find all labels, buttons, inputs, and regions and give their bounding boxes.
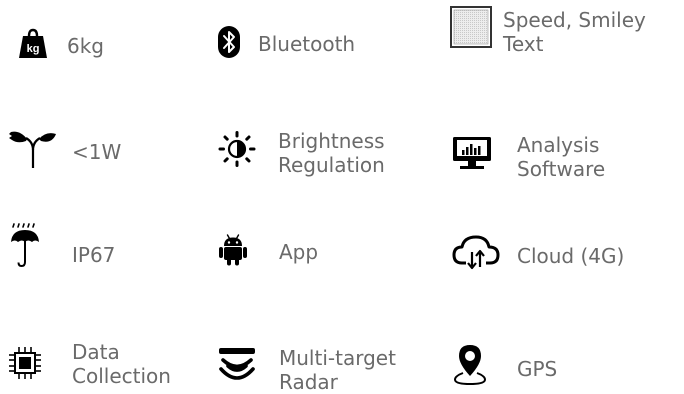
map-pin-icon bbox=[453, 345, 487, 386]
monitor-chart-icon bbox=[453, 137, 491, 169]
led-display-icon bbox=[450, 6, 492, 48]
kg-weight-icon: kg bbox=[19, 28, 47, 58]
cloud-sync-icon bbox=[452, 235, 500, 270]
feature-label: 6kg bbox=[67, 34, 105, 58]
umbrella-rain-icon bbox=[11, 223, 39, 268]
feature-label: Analysis Software bbox=[517, 133, 606, 181]
feature-label: Data Collection bbox=[72, 340, 171, 388]
feature-label: Multi-target Radar bbox=[279, 346, 396, 394]
eco-plug-icon bbox=[9, 131, 56, 168]
feature-label: Brightness Regulation bbox=[278, 129, 385, 177]
android-icon bbox=[219, 234, 247, 266]
chip-icon bbox=[9, 347, 41, 379]
svg-text:kg: kg bbox=[27, 43, 40, 55]
brightness-icon bbox=[218, 131, 256, 167]
feature-label: <1W bbox=[72, 140, 122, 164]
radar-waves-icon bbox=[219, 348, 255, 380]
feature-label: IP67 bbox=[72, 243, 116, 267]
feature-label: Speed, Smiley Text bbox=[503, 8, 646, 56]
feature-label: Cloud (4G) bbox=[517, 244, 625, 268]
bluetooth-icon bbox=[218, 26, 240, 58]
feature-label: App bbox=[279, 240, 319, 264]
feature-label: Bluetooth bbox=[258, 32, 356, 56]
feature-label: GPS bbox=[517, 357, 558, 381]
